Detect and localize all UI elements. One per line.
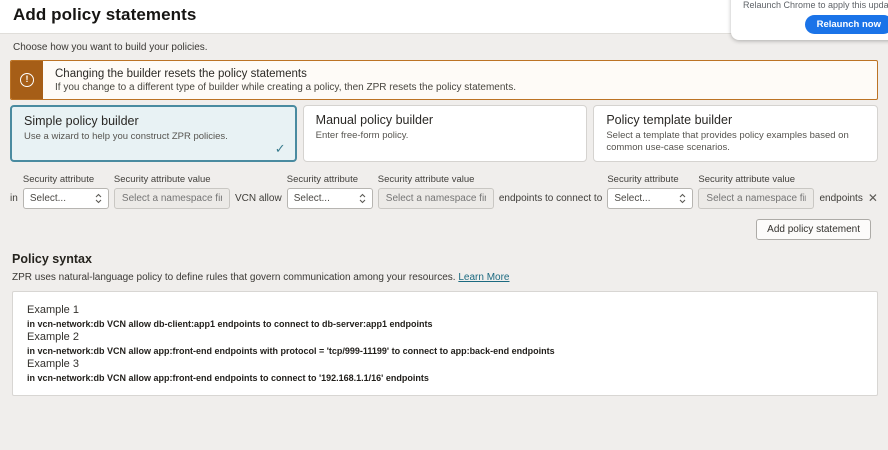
policy-syntax-description-text: ZPR uses natural-language policy to defi… [12, 272, 456, 283]
statement-connector-vcn-allow: VCN allow [235, 193, 282, 209]
statement-actions: Add policy statement [10, 219, 878, 240]
field-label: Security attribute [23, 174, 109, 185]
security-attribute-value-input-3 [698, 188, 814, 209]
security-attribute-field-3: Security attribute Select... [607, 174, 693, 209]
example-policy-text: in vcn-network:db VCN allow app:front-en… [27, 373, 863, 383]
warning-body: Changing the builder resets the policy s… [43, 61, 528, 99]
selected-check-icon: ✓ [275, 141, 286, 157]
chrome-update-popup: Relaunch Chrome to apply this update Rel… [731, 0, 888, 40]
card-description: Use a wizard to help you construct ZPR p… [24, 131, 283, 143]
card-simple-policy-builder[interactable]: Simple policy builder Use a wizard to he… [10, 105, 297, 162]
statement-suffix: endpoints [819, 193, 862, 209]
security-attribute-field-2: Security attribute Select... [287, 174, 373, 209]
select-value: Select... [294, 193, 330, 204]
warning-banner: ! Changing the builder resets the policy… [10, 60, 878, 100]
chrome-update-message: Relaunch Chrome to apply this update [743, 0, 888, 10]
policy-syntax-heading: Policy syntax [12, 252, 878, 266]
intro-text: Choose how you want to build your polici… [13, 42, 878, 53]
field-label: Security attribute [287, 174, 373, 185]
select-value: Select... [30, 193, 66, 204]
warning-strip: ! [11, 61, 43, 99]
card-description: Enter free-form policy. [316, 130, 575, 142]
card-manual-policy-builder[interactable]: Manual policy builder Enter free-form po… [303, 105, 588, 162]
security-attribute-value-field-3: Security attribute value [698, 174, 814, 209]
card-description: Select a template that provides policy e… [606, 130, 865, 155]
relaunch-now-button[interactable]: Relaunch now [805, 15, 888, 34]
security-attribute-value-field-1: Security attribute value [114, 174, 230, 209]
security-attribute-value-input-2 [378, 188, 494, 209]
warning-title: Changing the builder resets the policy s… [55, 68, 516, 80]
security-attribute-select-3[interactable]: Select... [607, 188, 693, 209]
chevron-updown-icon [359, 193, 366, 204]
field-label: Security attribute [607, 174, 693, 185]
example-policy-text: in vcn-network:db VCN allow app:front-en… [27, 346, 863, 356]
chevron-updown-icon [679, 193, 686, 204]
security-attribute-select-1[interactable]: Select... [23, 188, 109, 209]
dialog-body: Choose how you want to build your polici… [0, 33, 888, 450]
policy-statement-row: in Security attribute Select... Security… [10, 174, 878, 209]
security-attribute-value-input-1 [114, 188, 230, 209]
example-policy-text: in vcn-network:db VCN allow db-client:ap… [27, 319, 863, 329]
card-title: Manual policy builder [316, 113, 575, 127]
policy-examples-panel: Example 1 in vcn-network:db VCN allow db… [12, 291, 878, 396]
security-attribute-value-field-2: Security attribute value [378, 174, 494, 209]
remove-statement-icon[interactable]: ✕ [868, 191, 878, 209]
select-value: Select... [614, 193, 650, 204]
statement-connector-endpoints-to-connect: endpoints to connect to [499, 193, 602, 209]
example-label: Example 3 [27, 358, 863, 370]
card-title: Policy template builder [606, 113, 865, 127]
field-label: Security attribute value [114, 174, 230, 185]
policy-syntax-section: Policy syntax ZPR uses natural-language … [12, 252, 878, 396]
chevron-updown-icon [95, 193, 102, 204]
learn-more-link[interactable]: Learn More [458, 272, 509, 283]
security-attribute-select-2[interactable]: Select... [287, 188, 373, 209]
add-policy-statement-button[interactable]: Add policy statement [756, 219, 871, 240]
warning-description: If you change to a different type of bui… [55, 82, 516, 93]
page-title: Add policy statements [13, 5, 196, 25]
warning-icon: ! [20, 73, 34, 87]
card-policy-template-builder[interactable]: Policy template builder Select a templat… [593, 105, 878, 162]
policy-syntax-description: ZPR uses natural-language policy to defi… [12, 272, 878, 283]
field-label: Security attribute value [698, 174, 814, 185]
field-label: Security attribute value [378, 174, 494, 185]
builder-cards: Simple policy builder Use a wizard to he… [10, 105, 878, 162]
example-label: Example 2 [27, 331, 863, 343]
example-label: Example 1 [27, 304, 863, 316]
security-attribute-field-1: Security attribute Select... [23, 174, 109, 209]
card-title: Simple policy builder [24, 114, 283, 128]
statement-prefix: in [10, 193, 18, 209]
